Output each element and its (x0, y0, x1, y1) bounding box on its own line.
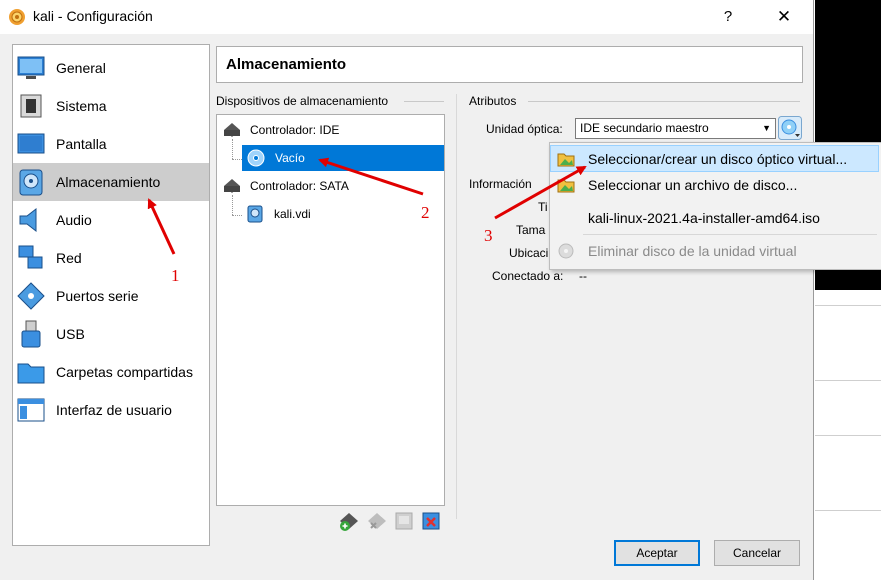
info-location-label: Ubicaci (509, 246, 549, 260)
add-controller-icon[interactable] (338, 510, 360, 532)
ui-window-icon (17, 398, 45, 422)
sidebar-item-label: Puertos serie (56, 288, 139, 304)
sidebar-item-label: Pantalla (56, 136, 107, 152)
tree-guide (232, 159, 242, 160)
chip-icon (20, 94, 42, 118)
sidebar-item-puertos-serie[interactable]: Puertos serie (13, 277, 209, 315)
optical-drive-label: Unidad óptica: (486, 122, 563, 136)
tree-item-empty-drive[interactable]: Vacío (242, 145, 444, 171)
annotation-number-2: 2 (421, 203, 430, 222)
folder-image-icon (557, 179, 575, 193)
sidebar-item-label: General (56, 60, 106, 76)
choose-disc-button[interactable] (778, 116, 802, 140)
sidebar-item-label: Red (56, 250, 82, 266)
network-icon (18, 245, 43, 269)
menu-item-label: kali-linux-2021.4a-installer-amd64.iso (588, 210, 820, 226)
controller-icon (224, 179, 240, 193)
remove-disc-icon (558, 243, 574, 259)
tree-label: Controlador: IDE (250, 123, 340, 137)
ok-button[interactable]: Aceptar (614, 540, 700, 566)
panel-divider (456, 94, 457, 519)
serial-port-icon (17, 282, 45, 310)
chevron-down-icon: ▼ (762, 123, 771, 133)
sidebar-item-label: Audio (56, 212, 92, 228)
controller-icon (224, 123, 240, 137)
background-divider (815, 380, 881, 381)
usb-icon (21, 320, 41, 348)
sidebar-item-label: Interfaz de usuario (56, 402, 172, 418)
sidebar-item-label: USB (56, 326, 85, 342)
cancel-button[interactable]: Cancelar (714, 540, 800, 566)
optical-drive-select[interactable]: IDE secundario maestro ▼ (575, 118, 776, 139)
remove-controller-icon[interactable] (366, 510, 388, 532)
optical-disc-menu: Seleccionar/crear un disco óptico virtua… (549, 142, 881, 270)
menu-item-label: Eliminar disco de la unidad virtual (588, 243, 797, 259)
sidebar-item-sistema[interactable]: Sistema (13, 87, 209, 125)
sidebar-item-almacenamiento[interactable]: Almacenamiento (13, 163, 209, 201)
speaker-icon (19, 207, 37, 233)
background-divider (815, 305, 881, 306)
sidebar-item-pantalla[interactable]: Pantalla (13, 125, 209, 163)
annotation-number-3: 3 (484, 226, 493, 245)
background-divider (815, 435, 881, 436)
sidebar-item-label: Sistema (56, 98, 107, 114)
attributes-group-label: Atributos (469, 94, 517, 108)
menu-item-choose-disc-file[interactable]: Seleccionar un archivo de disco... (551, 172, 880, 199)
menu-item-label: Seleccionar un archivo de disco... (588, 177, 798, 193)
sidebar-item-general[interactable]: General (13, 49, 209, 87)
remove-attachment-icon[interactable] (420, 510, 442, 532)
menu-item-remove-disc[interactable]: Eliminar disco de la unidad virtual (551, 238, 880, 265)
settings-sidebar: General Sistema Pantalla Almacenamiento … (12, 44, 210, 546)
menu-separator (583, 234, 877, 235)
info-connected-value: -- (579, 269, 587, 283)
sidebar-item-usb[interactable]: USB (13, 315, 209, 353)
tree-item-ide-controller[interactable]: Controlador: IDE (217, 117, 444, 143)
tree-item-hard-disk[interactable]: kali.vdi (217, 201, 444, 227)
monitor-icon (17, 56, 45, 79)
devices-group-label: Dispositivos de almacenamiento (216, 94, 389, 108)
optical-disc-icon (247, 149, 265, 167)
menu-item-recent-iso[interactable]: kali-linux-2021.4a-installer-amd64.iso (551, 205, 880, 232)
folder-image-icon (557, 153, 575, 167)
sidebar-item-red[interactable]: Red (13, 239, 209, 277)
display-icon (17, 133, 45, 154)
close-button[interactable]: ✕ (764, 2, 804, 32)
sidebar-item-interfaz-de-usuario[interactable]: Interfaz de usuario (13, 391, 209, 429)
menu-item-choose-create-disc[interactable]: Seleccionar/crear un disco óptico virtua… (550, 145, 879, 172)
sidebar-item-audio[interactable]: Audio (13, 201, 209, 239)
add-attachment-icon[interactable] (393, 510, 415, 532)
group-divider (404, 101, 444, 102)
sidebar-item-carpetas-compartidas[interactable]: Carpetas compartidas (13, 353, 209, 391)
annotation-number-1: 1 (171, 266, 180, 285)
info-group-label: Información (469, 177, 532, 191)
title-bar: kali - Configuración ? ✕ (0, 0, 813, 34)
info-size-label: Tama (516, 223, 546, 237)
info-connected-label: Conectado a: (492, 269, 564, 283)
tree-label: Vacío (275, 151, 305, 165)
hard-disk-icon (247, 205, 263, 223)
folder-icon (17, 363, 45, 384)
settings-dialog: kali - Configuración ? ✕ General Sistema… (0, 0, 814, 580)
help-button[interactable]: ? (712, 2, 744, 32)
window-title: kali - Configuración (33, 8, 153, 24)
background-divider (815, 510, 881, 511)
group-divider (528, 101, 800, 102)
menu-item-label: Seleccionar/crear un disco óptico virtua… (588, 151, 848, 167)
tree-label: Controlador: SATA (250, 179, 349, 193)
page-title: Almacenamiento (226, 56, 347, 73)
tree-label: kali.vdi (274, 207, 311, 221)
storage-tree: Controlador: IDE Vacío Controlador: SATA… (216, 114, 445, 506)
info-type-label: Ti (538, 200, 548, 214)
virtualbox-gear-icon (9, 9, 25, 25)
optical-drive-value: IDE secundario maestro (580, 121, 709, 135)
page-header: Almacenamiento (216, 46, 803, 83)
disk-icon (19, 169, 43, 196)
tree-item-sata-controller[interactable]: Controlador: SATA (217, 173, 444, 199)
sidebar-item-label: Carpetas compartidas (56, 364, 193, 380)
sidebar-item-label: Almacenamiento (56, 174, 161, 190)
